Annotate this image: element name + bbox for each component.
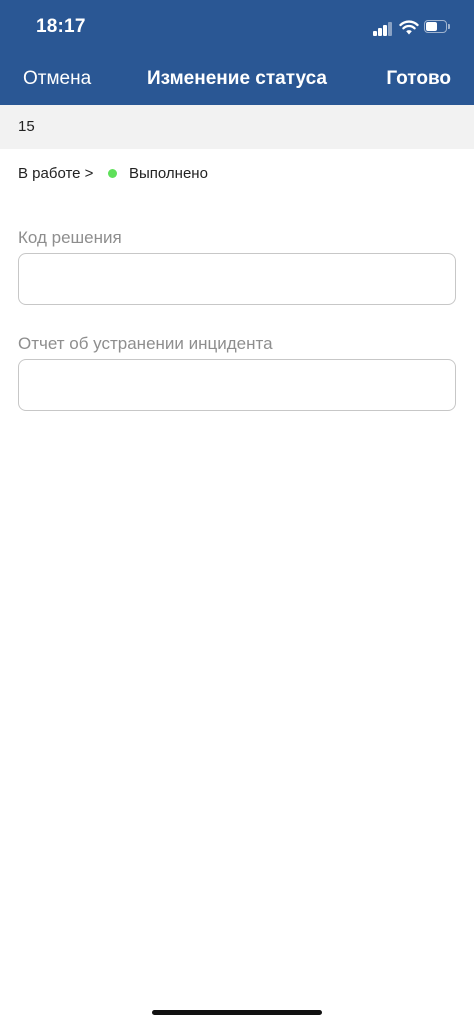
home-indicator[interactable] — [152, 1010, 322, 1015]
battery-icon — [424, 20, 451, 35]
status-to: Выполнено — [129, 165, 208, 182]
resolution-report-input[interactable] — [18, 359, 456, 411]
app-header: 18:17 Отмена Изменение статуса Готово — [0, 0, 474, 105]
status-dot-icon — [108, 169, 117, 178]
cellular-signal-icon — [373, 22, 393, 36]
done-button[interactable]: Готово — [386, 68, 451, 90]
resolution-report-label: Отчет об устранении инцидента — [18, 334, 273, 353]
wifi-icon — [399, 19, 419, 35]
page-title-text: Изменение статуса — [147, 68, 327, 89]
incident-number-row: 15 — [0, 105, 474, 149]
resolution-code-input[interactable] — [18, 253, 456, 305]
incident-number: 15 — [18, 118, 35, 135]
status-bar: 18:17 — [0, 0, 474, 58]
resolution-code-label: Код решения — [18, 228, 122, 247]
cancel-button[interactable]: Отмена — [23, 68, 91, 90]
status-from: В работе > — [18, 165, 94, 182]
status-time: 18:17 — [36, 16, 86, 37]
